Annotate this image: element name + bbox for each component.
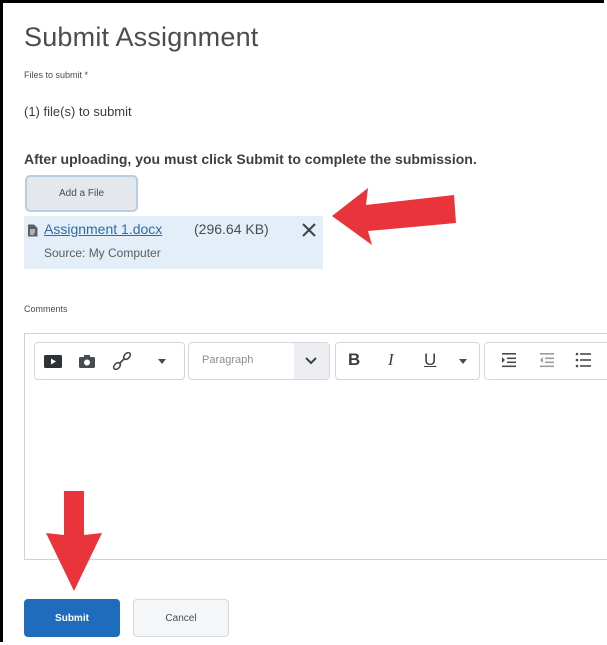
attached-file-source: Source: My Computer bbox=[44, 246, 161, 260]
outdent-icon[interactable] bbox=[538, 350, 556, 370]
cancel-button[interactable]: Cancel bbox=[133, 599, 229, 637]
attached-file-link[interactable]: Assignment 1.docx bbox=[44, 221, 162, 237]
submit-button[interactable]: Submit bbox=[24, 599, 120, 637]
arrow-pointing-down-icon bbox=[46, 491, 102, 591]
comments-label: Comments bbox=[24, 304, 68, 314]
submission-instruction: After uploading, you must click Submit t… bbox=[24, 151, 477, 167]
link-icon[interactable] bbox=[110, 350, 134, 372]
arrow-pointing-left-icon bbox=[332, 188, 456, 245]
indent-icon[interactable] bbox=[500, 350, 518, 370]
files-count-text: (1) file(s) to submit bbox=[24, 104, 132, 119]
underline-button[interactable]: U bbox=[424, 350, 436, 370]
attached-file-size: (296.64 KB) bbox=[194, 221, 269, 237]
chevron-down-icon bbox=[305, 357, 317, 365]
dropdown-caret-icon[interactable] bbox=[155, 355, 169, 367]
bold-button[interactable]: B bbox=[348, 350, 360, 370]
video-icon[interactable] bbox=[42, 351, 64, 371]
remove-file-icon[interactable] bbox=[299, 220, 319, 240]
italic-button[interactable]: I bbox=[388, 350, 394, 370]
document-icon bbox=[28, 224, 38, 237]
files-to-submit-label: Files to submit * bbox=[24, 70, 89, 80]
format-select-value[interactable]: Paragraph bbox=[202, 354, 253, 366]
camera-icon[interactable] bbox=[76, 351, 98, 371]
add-file-button[interactable]: Add a File bbox=[25, 175, 138, 212]
style-more-caret-icon[interactable] bbox=[456, 355, 470, 367]
bullet-list-icon[interactable] bbox=[574, 350, 592, 370]
page-title: Submit Assignment bbox=[24, 22, 259, 52]
